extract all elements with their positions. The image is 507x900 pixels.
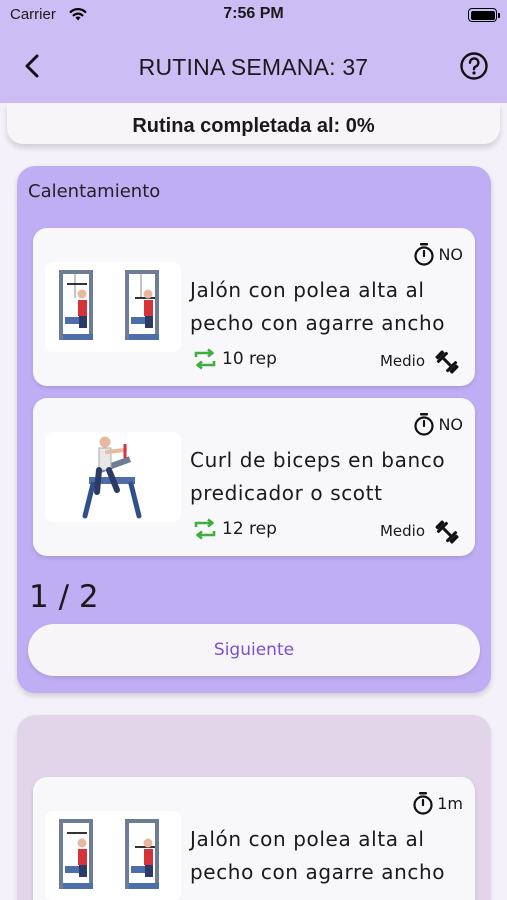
stopwatch-icon <box>414 243 435 266</box>
next-button[interactable]: Siguiente <box>28 624 480 676</box>
section-card-calentamiento: Calentamiento NO Jalón con polea alta al… <box>17 166 491 693</box>
timer-indicator: 1m <box>412 791 463 815</box>
timer-value: 1m <box>437 793 463 813</box>
repeat-icon <box>194 518 216 540</box>
stopwatch-icon <box>413 792 433 815</box>
battery-icon <box>468 8 500 22</box>
exercise-card[interactable]: NO Curl de biceps en banco predicador o … <box>33 398 475 556</box>
dumbbell-icon <box>435 520 459 544</box>
status-bar: Carrier 7:56 PM <box>0 0 507 32</box>
nav-bar: RUTINA SEMANA: 37 <box>0 32 507 103</box>
dumbbell-icon <box>435 350 459 374</box>
level-label: Medio <box>379 522 425 540</box>
exercise-thumbnail <box>45 432 181 522</box>
progress-label: Rutina completada al: 0% <box>132 115 375 137</box>
exercise-name: Curl de biceps en banco predicador o sco… <box>190 448 446 505</box>
exercise-name: Jalón con polea alta al pecho con agarre… <box>190 827 446 884</box>
exercise-card[interactable]: NO Jalón con polea alta al pecho con aga… <box>33 228 475 386</box>
reps-indicator: 10 rep <box>193 348 277 370</box>
exercise-name: Jalón con polea alta al pecho con agarre… <box>190 278 446 335</box>
page-indicator: 1 / 2 <box>29 579 99 615</box>
timer-value: NO <box>438 244 463 264</box>
timer-indicator: NO <box>413 412 463 436</box>
exercise-thumbnail <box>45 262 181 352</box>
section-card: 1m Jalón con polea alta al pecho con aga… <box>17 715 491 900</box>
clock: 7:56 PM <box>223 5 284 22</box>
help-button[interactable] <box>459 51 489 81</box>
level-label: Medio <box>379 352 425 370</box>
repeat-icon <box>194 348 216 370</box>
reps-indicator: 12 rep <box>193 518 277 540</box>
stopwatch-icon <box>414 413 435 436</box>
page-title: RUTINA SEMANA: 37 <box>138 54 369 80</box>
exercise-thumbnail <box>45 811 181 900</box>
progress-banner: Rutina completada al: 0% <box>7 104 500 144</box>
help-circle-icon <box>460 52 488 80</box>
exercise-card[interactable]: 1m Jalón con polea alta al pecho con aga… <box>33 777 475 900</box>
timer-value: NO <box>438 414 463 434</box>
reps-value: 10 rep <box>222 349 277 369</box>
timer-indicator: NO <box>413 242 463 266</box>
section-title: Calentamiento <box>28 181 161 202</box>
reps-value: 12 rep <box>222 519 277 539</box>
